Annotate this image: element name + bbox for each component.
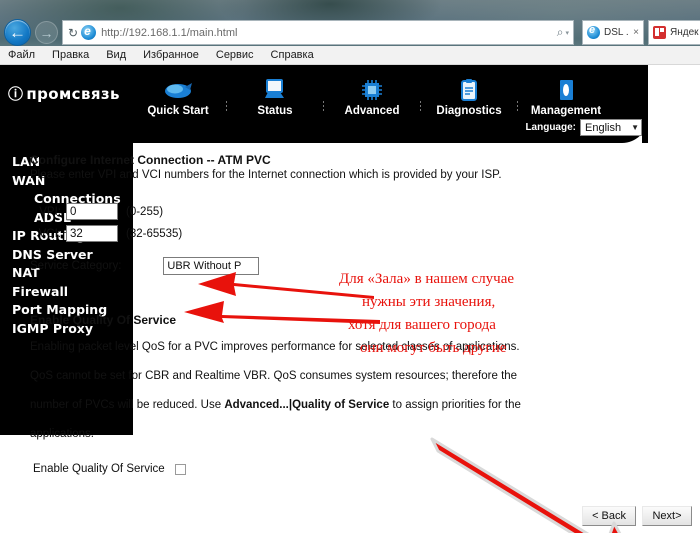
- refresh-icon[interactable]: ↻: [68, 26, 78, 40]
- browser-tab-title: Яндекс: [670, 27, 699, 38]
- browser-tab-title: DSL ...: [604, 27, 629, 38]
- qos-checkbox-row: Enable Quality Of Service: [33, 463, 186, 475]
- tab-favicon-icon: [587, 24, 600, 39]
- service-category-label: Service Category:: [30, 260, 122, 272]
- browser-navigation-row: ← → ↻ http://192.168.1.1/main.html ⌕ ▾ D…: [0, 18, 700, 46]
- nav-tab-diagnostics[interactable]: Diagnostics: [421, 78, 517, 117]
- brand-mark-icon: ⓘ: [8, 86, 24, 103]
- menu-item-favorites[interactable]: Избранное: [143, 49, 199, 61]
- qos-line3-emphasis: Advanced...|Quality of Service: [224, 399, 390, 411]
- annotation-arrow-next-button: [430, 437, 660, 533]
- vci-label: VCI:: [38, 227, 61, 240]
- yandex-favicon-icon: [653, 26, 666, 39]
- address-bar-url: http://192.168.1.1/main.html: [101, 26, 238, 39]
- vpi-input[interactable]: [66, 203, 118, 220]
- clipboard-icon: [458, 78, 480, 102]
- browser-forward-button[interactable]: →: [35, 21, 58, 44]
- monitor-icon: [263, 78, 287, 102]
- brand-logo[interactable]: ⓘ промсвязь: [8, 83, 120, 104]
- router-header-right-strip: [642, 65, 648, 143]
- router-main-nav: Quick Start Status Advanced Diagnostics …: [130, 69, 614, 117]
- address-bar[interactable]: ↻ http://192.168.1.1/main.html ⌕ ▾: [62, 20, 574, 45]
- nav-label: Quick Start: [147, 105, 209, 117]
- nav-tab-advanced[interactable]: Advanced: [324, 78, 420, 117]
- browser-tab-yandex[interactable]: Яндекс: [648, 20, 700, 45]
- qos-line3-pre: number of PVCs will be reduced. Use: [30, 399, 225, 411]
- page-subtitle: Please enter VPI and VCI numbers for the…: [30, 169, 502, 181]
- vpi-label: VPI:: [39, 205, 61, 218]
- qos-checkbox[interactable]: [174, 463, 186, 475]
- qos-paragraph-line-3: number of PVCs will be reduced. Use Adva…: [30, 398, 540, 412]
- chevron-down-icon: ▼: [631, 123, 639, 132]
- forward-arrow-icon: →: [39, 24, 54, 41]
- nav-label: Management: [530, 105, 602, 117]
- browser-tab-dsl[interactable]: DSL ... ×: [582, 20, 644, 45]
- folder-icon: [556, 78, 576, 102]
- annotation-arrow-vci: [182, 295, 382, 330]
- browser-back-button[interactable]: ←: [4, 19, 31, 46]
- vpi-field-row: VPI: (0-255): [33, 203, 163, 220]
- qos-section-heading: Enable Quality Of Service: [30, 313, 177, 327]
- language-select[interactable]: English ▼: [580, 119, 642, 136]
- language-selector-row: Language: English ▼: [525, 119, 642, 136]
- menu-item-view[interactable]: Вид: [106, 49, 126, 61]
- nav-tab-management[interactable]: Management: [518, 78, 614, 117]
- menu-item-tools[interactable]: Сервис: [216, 49, 254, 61]
- nav-tab-quick-start[interactable]: Quick Start: [130, 78, 226, 117]
- page-title: Configure Internet Connection -- ATM PVC: [30, 153, 271, 167]
- nav-label: Advanced: [344, 105, 400, 117]
- menu-item-edit[interactable]: Правка: [52, 49, 89, 61]
- address-bar-search-controls[interactable]: ⌕ ▾: [557, 25, 569, 40]
- internet-explorer-icon: [81, 24, 97, 40]
- qos-checkbox-label: Enable Quality Of Service: [33, 463, 165, 475]
- brand-name: промсвязь: [26, 84, 120, 103]
- sidebar-item-firewall[interactable]: Firewall: [12, 283, 133, 302]
- menu-item-file[interactable]: Файл: [8, 49, 35, 61]
- browser-menu-bar: Файл Правка Вид Избранное Сервис Справка: [0, 46, 700, 65]
- close-icon[interactable]: ×: [633, 27, 639, 38]
- vci-input[interactable]: [66, 225, 118, 242]
- chevron-down-icon[interactable]: ▾: [565, 29, 569, 37]
- menu-item-help[interactable]: Справка: [271, 49, 314, 61]
- language-select-value: English: [585, 121, 622, 134]
- language-label: Language:: [525, 122, 576, 133]
- mouse-icon: [163, 78, 193, 102]
- nav-label: Diagnostics: [436, 105, 502, 117]
- nav-tab-status[interactable]: Status: [227, 78, 323, 117]
- back-arrow-icon: ←: [9, 23, 26, 42]
- page-viewport: ⓘ промсвязь Quick Start Status Advanced …: [0, 65, 700, 533]
- vpi-range-hint: (0-255): [126, 205, 164, 218]
- search-icon[interactable]: ⌕: [557, 25, 564, 40]
- vci-field-row: VCI: (32-65535): [33, 225, 182, 242]
- chip-icon: [360, 78, 384, 102]
- nav-label: Status: [257, 105, 293, 117]
- qos-paragraph-line-2: QoS cannot be set for CBR and Realtime V…: [30, 370, 518, 382]
- sidebar-menu: LAN WAN Connections ADSL IP Routing DNS …: [0, 143, 133, 435]
- vci-range-hint: (32-65535): [126, 227, 183, 240]
- annotation-line-4: они могут быть другие: [360, 340, 507, 356]
- qos-line3-post: to assign priorities for the: [389, 399, 521, 411]
